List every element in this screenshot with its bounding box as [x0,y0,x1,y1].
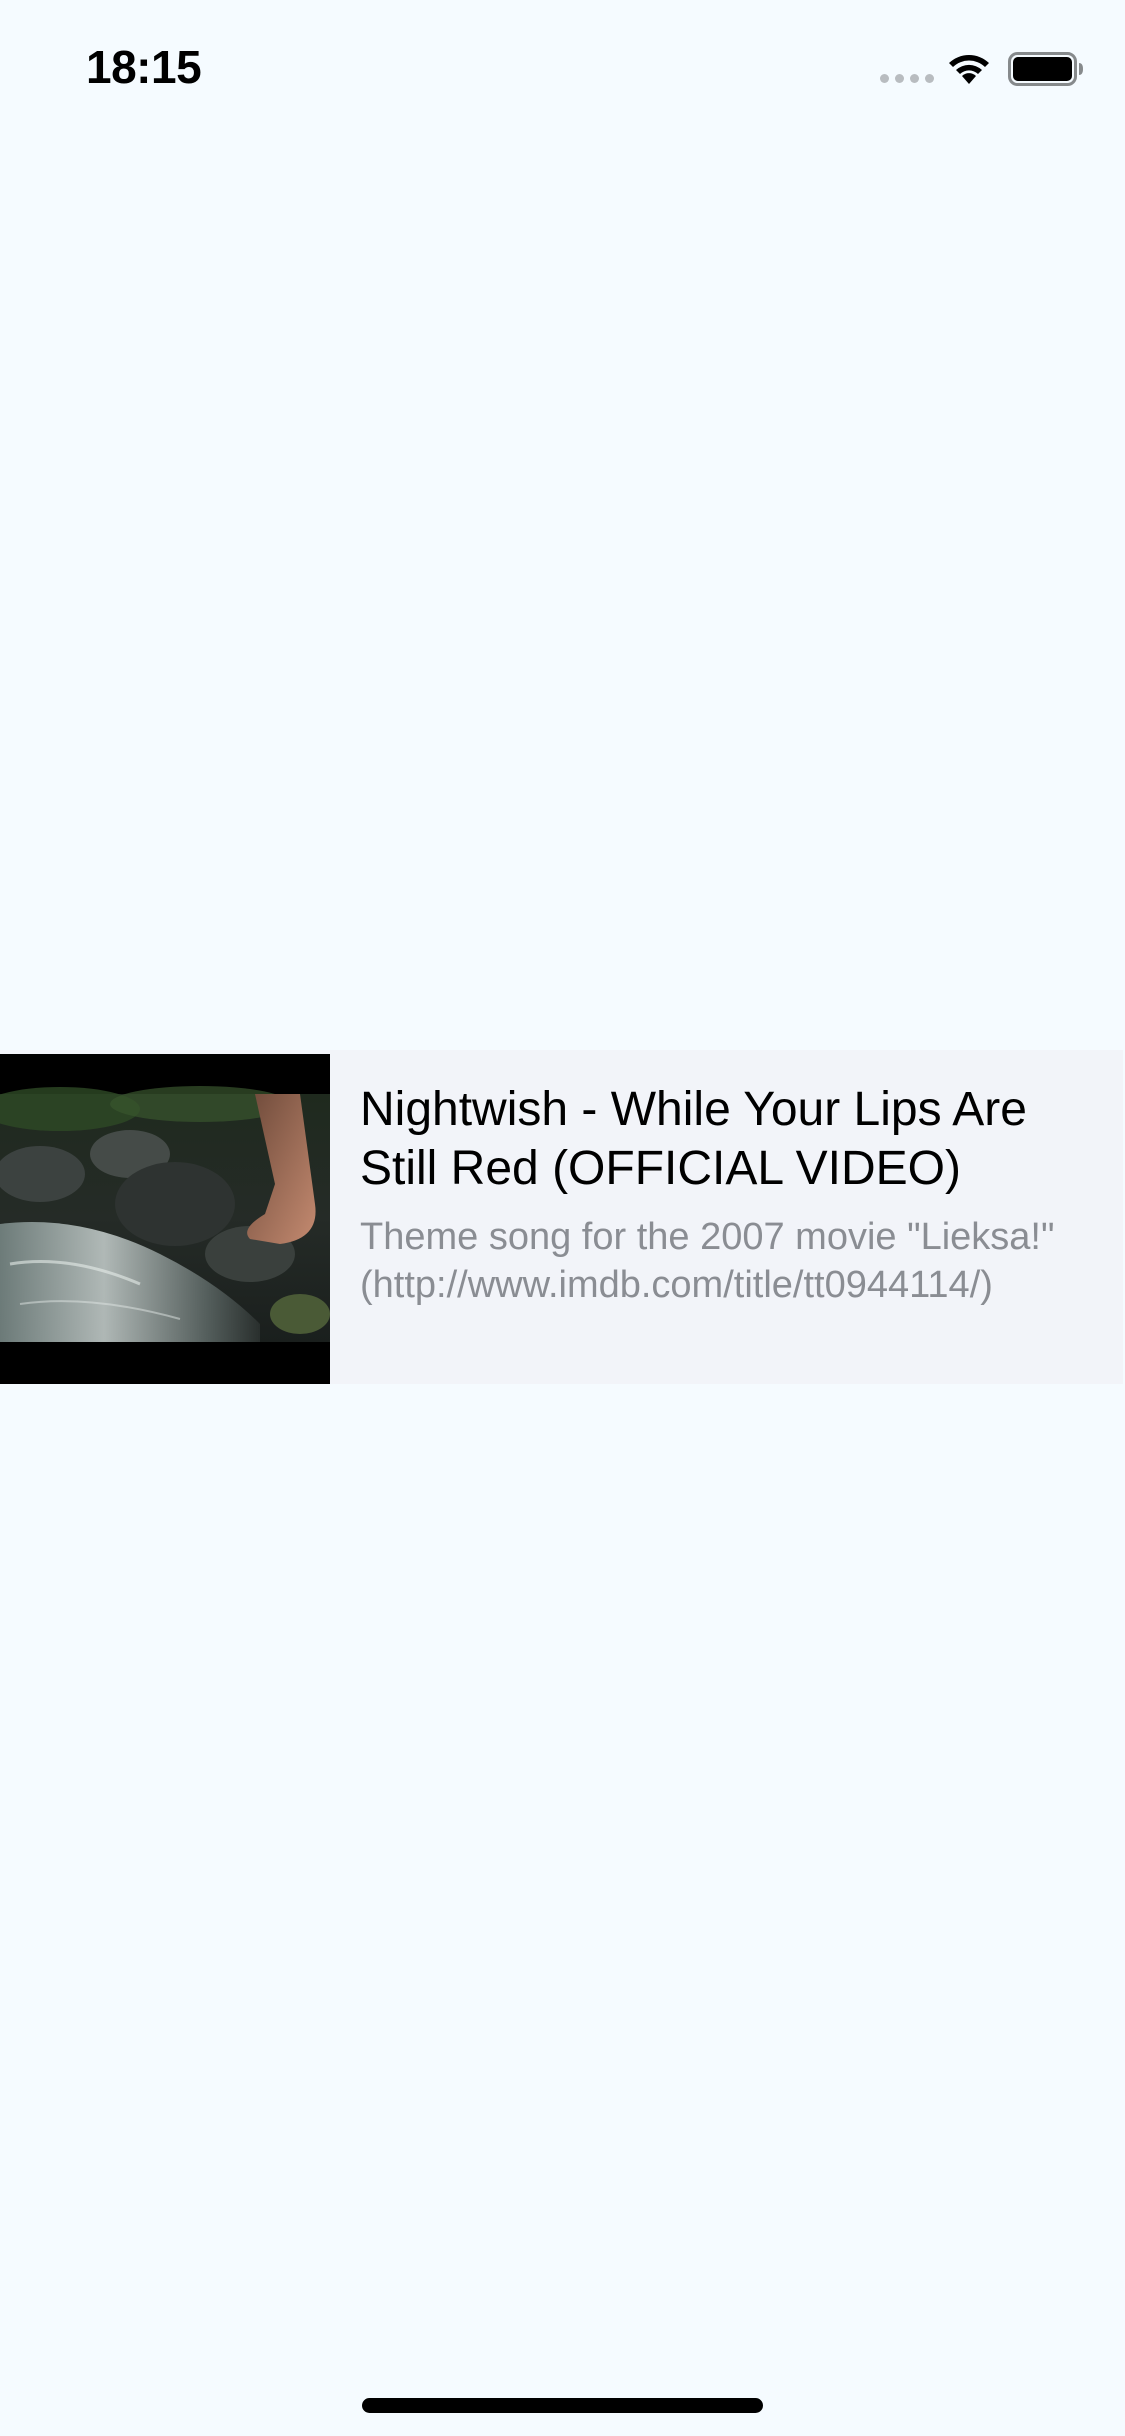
status-time: 18:15 [86,41,202,93]
video-title: Nightwish - While Your Lips Are Still Re… [360,1083,1027,1195]
video-description: Theme song for the 2007 movie "Lieksa!" … [360,1216,1055,1306]
signal-icon [880,74,934,83]
video-list-item[interactable]: Nightwish - While Your Lips Are Still Re… [0,1050,1123,1384]
home-indicator[interactable] [362,2398,763,2413]
wifi-icon [949,55,989,84]
battery-icon [1008,52,1083,86]
video-thumbnail-image [0,1054,330,1384]
video-thumbnail[interactable] [0,1054,330,1384]
status-bar: 18:15 [0,0,1125,132]
